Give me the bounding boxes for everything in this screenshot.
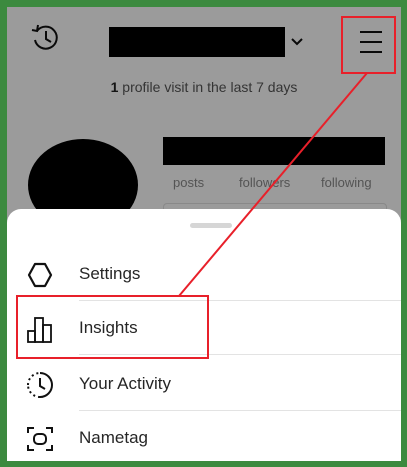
activity-icon	[27, 372, 53, 398]
menu-item-settings[interactable]: Settings	[7, 247, 401, 301]
gear-icon	[27, 262, 53, 288]
menu-item-your-activity[interactable]: Your Activity	[7, 357, 401, 411]
nametag-icon	[27, 427, 53, 451]
menu-sheet: Settings Insights Your Activity Nametag	[7, 209, 401, 461]
divider	[79, 354, 401, 355]
screenshot-frame: 1 profile visit in the last 7 days posts…	[7, 7, 401, 461]
menu-item-nametag[interactable]: Nametag	[7, 411, 401, 461]
menu-item-label: Settings	[79, 264, 141, 283]
menu-item-label: Nametag	[79, 428, 148, 447]
menu-item-insights[interactable]: Insights	[7, 301, 401, 355]
bar-chart-icon	[27, 317, 52, 343]
menu-item-label: Your Activity	[79, 374, 171, 393]
sheet-handle[interactable]	[190, 223, 232, 228]
menu-item-label: Insights	[79, 318, 138, 337]
